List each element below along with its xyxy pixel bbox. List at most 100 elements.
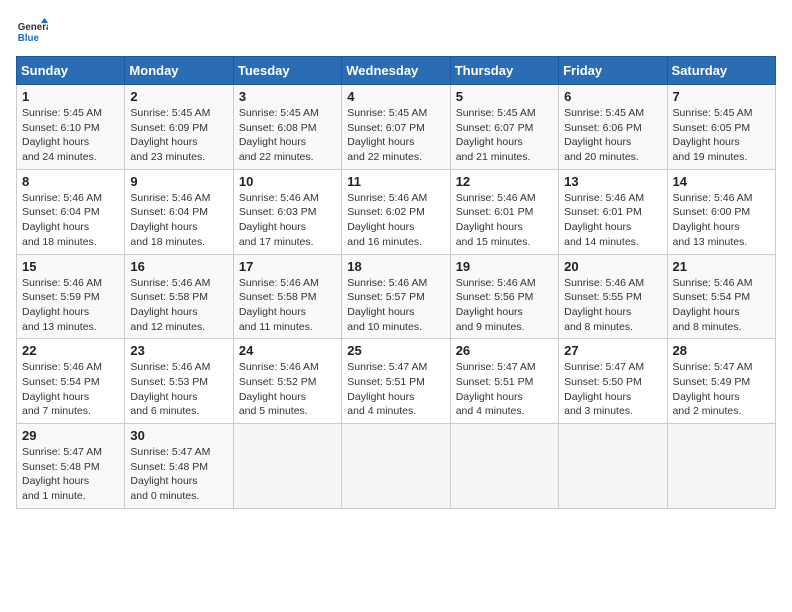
calendar-cell: 8 Sunrise: 5:46 AMSunset: 6:04 PMDayligh… — [17, 169, 125, 254]
svg-text:Blue: Blue — [18, 33, 40, 44]
column-header-wednesday: Wednesday — [342, 57, 450, 85]
calendar-cell: 15 Sunrise: 5:46 AMSunset: 5:59 PMDaylig… — [17, 254, 125, 339]
calendar-cell: 2 Sunrise: 5:45 AMSunset: 6:09 PMDayligh… — [125, 85, 233, 170]
calendar-cell: 4 Sunrise: 5:45 AMSunset: 6:07 PMDayligh… — [342, 85, 450, 170]
day-number: 18 — [347, 259, 444, 274]
day-info: Sunrise: 5:46 AMSunset: 6:00 PMDaylight … — [673, 192, 753, 248]
calendar-cell: 6 Sunrise: 5:45 AMSunset: 6:06 PMDayligh… — [559, 85, 667, 170]
calendar-cell: 23 Sunrise: 5:46 AMSunset: 5:53 PMDaylig… — [125, 339, 233, 424]
day-number: 12 — [456, 174, 553, 189]
logo: General Blue — [16, 16, 48, 48]
day-info: Sunrise: 5:45 AMSunset: 6:07 PMDaylight … — [347, 107, 427, 163]
calendar-cell: 16 Sunrise: 5:46 AMSunset: 5:58 PMDaylig… — [125, 254, 233, 339]
day-info: Sunrise: 5:46 AMSunset: 5:52 PMDaylight … — [239, 361, 319, 417]
calendar-cell — [233, 424, 341, 509]
calendar-cell: 11 Sunrise: 5:46 AMSunset: 6:02 PMDaylig… — [342, 169, 450, 254]
day-number: 2 — [130, 89, 227, 104]
day-number: 11 — [347, 174, 444, 189]
day-number: 9 — [130, 174, 227, 189]
column-header-thursday: Thursday — [450, 57, 558, 85]
day-info: Sunrise: 5:47 AMSunset: 5:49 PMDaylight … — [673, 361, 753, 417]
calendar-cell: 9 Sunrise: 5:46 AMSunset: 6:04 PMDayligh… — [125, 169, 233, 254]
calendar-cell: 19 Sunrise: 5:46 AMSunset: 5:56 PMDaylig… — [450, 254, 558, 339]
day-info: Sunrise: 5:45 AMSunset: 6:07 PMDaylight … — [456, 107, 536, 163]
day-number: 21 — [673, 259, 770, 274]
day-info: Sunrise: 5:45 AMSunset: 6:09 PMDaylight … — [130, 107, 210, 163]
day-number: 22 — [22, 343, 119, 358]
day-info: Sunrise: 5:46 AMSunset: 5:54 PMDaylight … — [673, 277, 753, 333]
day-number: 27 — [564, 343, 661, 358]
day-info: Sunrise: 5:47 AMSunset: 5:48 PMDaylight … — [130, 446, 210, 502]
column-header-friday: Friday — [559, 57, 667, 85]
calendar-cell — [342, 424, 450, 509]
day-info: Sunrise: 5:46 AMSunset: 5:58 PMDaylight … — [239, 277, 319, 333]
day-number: 26 — [456, 343, 553, 358]
calendar-cell: 14 Sunrise: 5:46 AMSunset: 6:00 PMDaylig… — [667, 169, 775, 254]
day-info: Sunrise: 5:46 AMSunset: 5:53 PMDaylight … — [130, 361, 210, 417]
day-info: Sunrise: 5:46 AMSunset: 6:04 PMDaylight … — [22, 192, 102, 248]
day-number: 15 — [22, 259, 119, 274]
calendar-cell: 26 Sunrise: 5:47 AMSunset: 5:51 PMDaylig… — [450, 339, 558, 424]
day-number: 29 — [22, 428, 119, 443]
calendar-cell: 10 Sunrise: 5:46 AMSunset: 6:03 PMDaylig… — [233, 169, 341, 254]
day-number: 8 — [22, 174, 119, 189]
day-info: Sunrise: 5:47 AMSunset: 5:50 PMDaylight … — [564, 361, 644, 417]
day-info: Sunrise: 5:46 AMSunset: 5:58 PMDaylight … — [130, 277, 210, 333]
calendar-cell: 28 Sunrise: 5:47 AMSunset: 5:49 PMDaylig… — [667, 339, 775, 424]
svg-text:General: General — [18, 22, 48, 33]
day-info: Sunrise: 5:46 AMSunset: 6:02 PMDaylight … — [347, 192, 427, 248]
calendar-cell: 22 Sunrise: 5:46 AMSunset: 5:54 PMDaylig… — [17, 339, 125, 424]
day-info: Sunrise: 5:47 AMSunset: 5:51 PMDaylight … — [347, 361, 427, 417]
day-info: Sunrise: 5:46 AMSunset: 5:59 PMDaylight … — [22, 277, 102, 333]
calendar-cell — [559, 424, 667, 509]
day-info: Sunrise: 5:46 AMSunset: 6:04 PMDaylight … — [130, 192, 210, 248]
day-number: 14 — [673, 174, 770, 189]
day-info: Sunrise: 5:46 AMSunset: 5:57 PMDaylight … — [347, 277, 427, 333]
day-number: 13 — [564, 174, 661, 189]
calendar-cell: 3 Sunrise: 5:45 AMSunset: 6:08 PMDayligh… — [233, 85, 341, 170]
day-number: 5 — [456, 89, 553, 104]
logo-icon: General Blue — [16, 16, 48, 48]
day-info: Sunrise: 5:46 AMSunset: 5:54 PMDaylight … — [22, 361, 102, 417]
calendar-cell: 29 Sunrise: 5:47 AMSunset: 5:48 PMDaylig… — [17, 424, 125, 509]
calendar-cell: 24 Sunrise: 5:46 AMSunset: 5:52 PMDaylig… — [233, 339, 341, 424]
day-info: Sunrise: 5:47 AMSunset: 5:48 PMDaylight … — [22, 446, 102, 502]
day-info: Sunrise: 5:46 AMSunset: 5:55 PMDaylight … — [564, 277, 644, 333]
day-number: 25 — [347, 343, 444, 358]
day-number: 6 — [564, 89, 661, 104]
day-info: Sunrise: 5:46 AMSunset: 5:56 PMDaylight … — [456, 277, 536, 333]
calendar-cell — [667, 424, 775, 509]
day-number: 3 — [239, 89, 336, 104]
day-number: 24 — [239, 343, 336, 358]
calendar-cell: 18 Sunrise: 5:46 AMSunset: 5:57 PMDaylig… — [342, 254, 450, 339]
day-info: Sunrise: 5:45 AMSunset: 6:05 PMDaylight … — [673, 107, 753, 163]
calendar-cell: 5 Sunrise: 5:45 AMSunset: 6:07 PMDayligh… — [450, 85, 558, 170]
day-number: 30 — [130, 428, 227, 443]
calendar-cell: 13 Sunrise: 5:46 AMSunset: 6:01 PMDaylig… — [559, 169, 667, 254]
calendar-cell: 17 Sunrise: 5:46 AMSunset: 5:58 PMDaylig… — [233, 254, 341, 339]
calendar-cell: 30 Sunrise: 5:47 AMSunset: 5:48 PMDaylig… — [125, 424, 233, 509]
day-number: 20 — [564, 259, 661, 274]
day-number: 17 — [239, 259, 336, 274]
day-info: Sunrise: 5:46 AMSunset: 6:01 PMDaylight … — [564, 192, 644, 248]
calendar-cell: 12 Sunrise: 5:46 AMSunset: 6:01 PMDaylig… — [450, 169, 558, 254]
day-number: 19 — [456, 259, 553, 274]
day-number: 1 — [22, 89, 119, 104]
calendar-cell: 20 Sunrise: 5:46 AMSunset: 5:55 PMDaylig… — [559, 254, 667, 339]
day-info: Sunrise: 5:45 AMSunset: 6:10 PMDaylight … — [22, 107, 102, 163]
column-header-tuesday: Tuesday — [233, 57, 341, 85]
column-header-sunday: Sunday — [17, 57, 125, 85]
day-number: 4 — [347, 89, 444, 104]
column-header-monday: Monday — [125, 57, 233, 85]
calendar-cell: 1 Sunrise: 5:45 AMSunset: 6:10 PMDayligh… — [17, 85, 125, 170]
day-number: 7 — [673, 89, 770, 104]
calendar-cell — [450, 424, 558, 509]
day-info: Sunrise: 5:46 AMSunset: 6:01 PMDaylight … — [456, 192, 536, 248]
calendar-cell: 25 Sunrise: 5:47 AMSunset: 5:51 PMDaylig… — [342, 339, 450, 424]
day-info: Sunrise: 5:45 AMSunset: 6:06 PMDaylight … — [564, 107, 644, 163]
calendar-cell: 21 Sunrise: 5:46 AMSunset: 5:54 PMDaylig… — [667, 254, 775, 339]
day-info: Sunrise: 5:46 AMSunset: 6:03 PMDaylight … — [239, 192, 319, 248]
calendar-cell: 27 Sunrise: 5:47 AMSunset: 5:50 PMDaylig… — [559, 339, 667, 424]
calendar-table: SundayMondayTuesdayWednesdayThursdayFrid… — [16, 56, 776, 509]
day-number: 28 — [673, 343, 770, 358]
